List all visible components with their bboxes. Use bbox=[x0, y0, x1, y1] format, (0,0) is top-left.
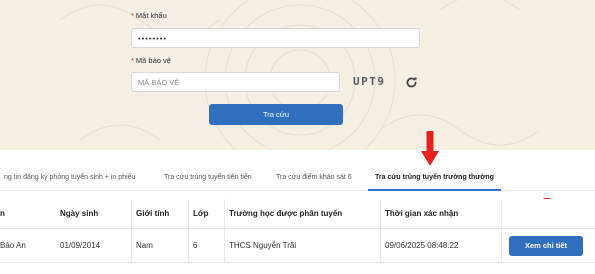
cell-gender: Nam bbox=[131, 229, 188, 262]
tab-advanced-admission[interactable]: Tra cứu trúng tuyển tiên tiến bbox=[164, 165, 252, 191]
column-header-confirmed-time: Thời gian xác nhận bbox=[380, 199, 501, 228]
captcha-code-image: UPT9 bbox=[353, 75, 386, 88]
column-header-dob: Ngày sinh bbox=[60, 209, 99, 218]
cell-grade: 6 bbox=[188, 229, 224, 262]
captcha-input[interactable] bbox=[131, 72, 340, 92]
red-arrow-down-icon bbox=[421, 131, 439, 166]
tab-survey-scores[interactable]: Tra cứu điểm khảo sát 6 bbox=[276, 165, 352, 191]
cell-school: THCS Nguyễn Trãi bbox=[224, 229, 380, 262]
column-header-action bbox=[501, 199, 595, 228]
cell-action: Xem chi tiết bbox=[501, 229, 595, 262]
lookup-tabs: ng tin đăng ký phòng tuyển sinh + in phi… bbox=[0, 165, 595, 191]
required-mark: * bbox=[131, 11, 134, 20]
cell-confirmed-time: 09/06/2025 08:48:22 bbox=[380, 229, 501, 262]
lookup-form-panel: *Mật khẩu *Mã bảo vệ UPT9 Tra cứu bbox=[0, 0, 595, 150]
required-mark: * bbox=[131, 56, 134, 65]
cell-name: Bảo An bbox=[0, 241, 26, 250]
table-header-row: n Ngày sinh Giới tính Lớp Trường học đượ… bbox=[0, 199, 595, 229]
cell-dob: 01/09/2014 bbox=[60, 241, 101, 250]
column-header-gender: Giới tính bbox=[131, 199, 188, 228]
refresh-icon[interactable] bbox=[405, 76, 418, 89]
results-table: n Ngày sinh Giới tính Lớp Trường học đượ… bbox=[0, 199, 595, 267]
view-details-button[interactable]: Xem chi tiết bbox=[509, 235, 583, 256]
password-label: * Mật khẩu bbox=[131, 11, 167, 20]
password-label-text: Mật khẩu bbox=[135, 11, 167, 20]
column-header-grade: Lớp bbox=[188, 199, 224, 228]
search-button[interactable]: Tra cứu bbox=[209, 104, 343, 125]
tab-registration-info[interactable]: ng tin đăng ký phòng tuyển sinh + in phi… bbox=[4, 165, 135, 191]
captcha-label-text: Mã bảo vệ bbox=[135, 56, 171, 65]
tab-regular-admission[interactable]: Tra cứu trúng tuyển trường thường bbox=[368, 165, 501, 191]
table-row: Bảo An 01/09/2014 Nam 6 THCS Nguyễn Trãi… bbox=[0, 229, 595, 263]
password-field[interactable] bbox=[131, 28, 420, 48]
captcha-label: * Mã bảo vệ bbox=[131, 56, 171, 65]
column-header-name: n bbox=[0, 209, 5, 218]
column-header-school: Trường học được phân tuyến bbox=[224, 199, 380, 228]
